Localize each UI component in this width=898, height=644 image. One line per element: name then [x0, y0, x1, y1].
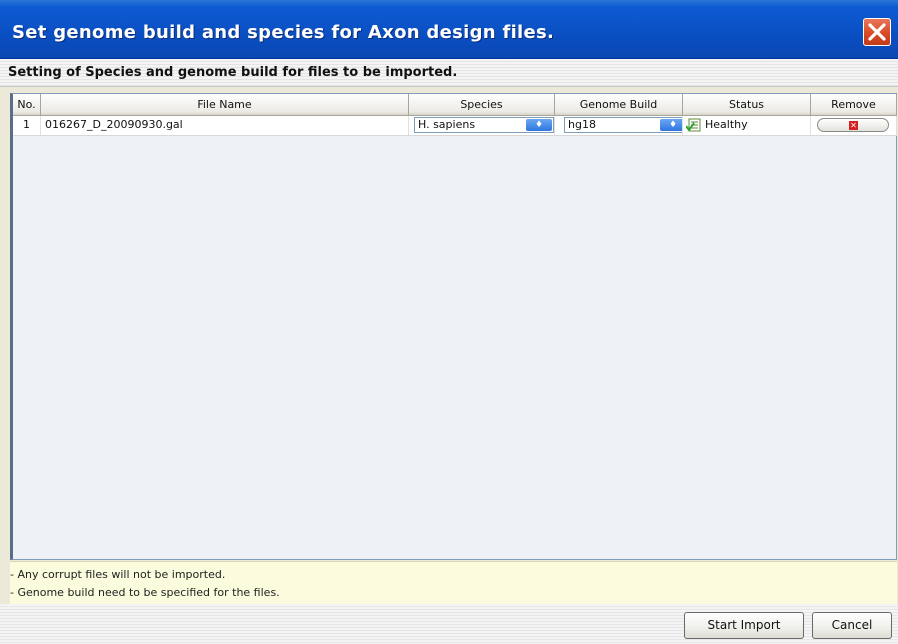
note-corrupt-files: - Any corrupt files will not be imported…	[10, 568, 226, 581]
note-genome-build: - Genome build need to be specified for …	[10, 586, 280, 599]
start-import-button[interactable]: Start Import	[684, 612, 804, 639]
files-table: No. File Name Species Genome Build Statu…	[10, 93, 897, 560]
species-cell: H. sapiens ♦	[409, 116, 555, 135]
cancel-button[interactable]: Cancel	[812, 612, 892, 639]
dropdown-arrow-icon: ♦	[660, 119, 682, 131]
column-header-no[interactable]: No.	[13, 94, 41, 116]
table-header: No. File Name Species Genome Build Statu…	[13, 94, 897, 116]
title-bar: Set genome build and species for Axon de…	[0, 0, 898, 59]
close-icon	[868, 23, 886, 41]
genome-build-select[interactable]: hg18 ♦	[564, 117, 682, 133]
notes-panel: - Any corrupt files will not be imported…	[10, 561, 897, 604]
column-header-species[interactable]: Species	[409, 94, 555, 116]
file-name-cell: 016267_D_20090930.gal	[41, 116, 409, 135]
genome-build-select-value: hg18	[568, 118, 596, 131]
remove-icon: ✕	[849, 121, 858, 130]
close-button[interactable]	[863, 18, 891, 46]
button-bar: Start Import Cancel	[0, 604, 898, 644]
window-title: Set genome build and species for Axon de…	[12, 22, 555, 43]
status-cell: Healthy	[683, 116, 811, 135]
column-header-genome-build[interactable]: Genome Build	[555, 94, 683, 116]
remove-cell: ✕	[811, 116, 897, 135]
subtitle-bar: Setting of Species and genome build for …	[0, 59, 898, 87]
dropdown-arrow-icon: ♦	[526, 119, 552, 131]
column-header-file-name[interactable]: File Name	[41, 94, 409, 116]
row-number: 1	[13, 116, 41, 135]
table-row[interactable]: 1 016267_D_20090930.gal H. sapiens ♦ hg1…	[13, 116, 897, 136]
status-text: Healthy	[705, 118, 748, 131]
remove-file-button[interactable]: ✕	[817, 118, 889, 132]
genome-build-cell: hg18 ♦	[555, 116, 683, 135]
species-select-value: H. sapiens	[418, 118, 476, 131]
column-header-status[interactable]: Status	[683, 94, 811, 116]
healthy-status-icon	[686, 118, 701, 132]
dialog-subtitle: Setting of Species and genome build for …	[8, 65, 458, 80]
column-header-remove[interactable]: Remove	[811, 94, 897, 116]
species-select[interactable]: H. sapiens ♦	[414, 117, 554, 133]
